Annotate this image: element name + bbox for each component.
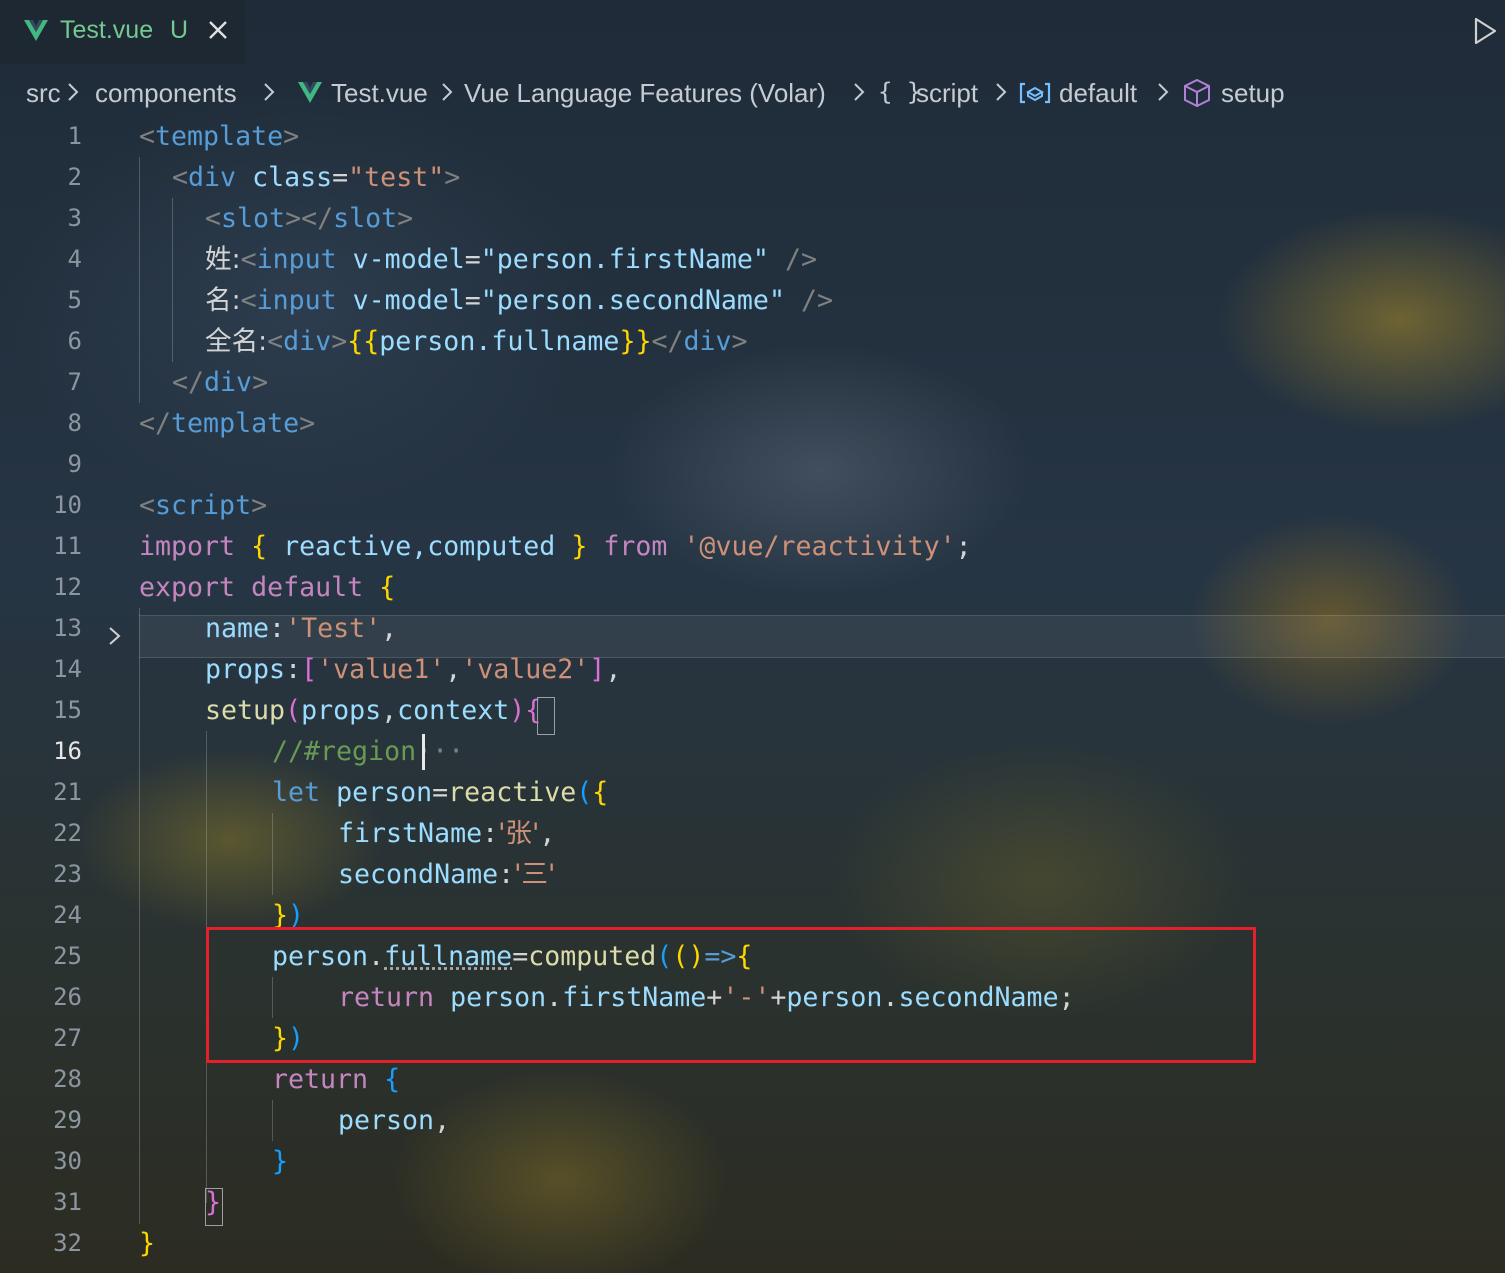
line-number: 30 [53, 1147, 82, 1175]
vue-icon [24, 20, 48, 41]
line-number: 25 [53, 942, 82, 970]
line-number: 32 [53, 1229, 82, 1257]
code-line: 12 export default { [0, 567, 1505, 608]
code-line: 3 <slot></slot> [0, 198, 1505, 239]
code-line: 2 <div class="test"> [0, 157, 1505, 198]
line-number: 7 [67, 368, 82, 396]
run-play-icon[interactable] [1472, 16, 1498, 46]
code-line: 22 firstName:'张', [0, 813, 1505, 854]
tab-label: Test.vue [60, 16, 154, 44]
chevron-right-icon [68, 83, 79, 101]
line-number: 31 [53, 1188, 82, 1216]
code-line: 4 姓:<input v-model="person.firstName" /> [0, 239, 1505, 280]
code-line: 6 全名:<div>{{person.fullname}}</div> [0, 321, 1505, 362]
code-line: 23 secondName:'三' [0, 854, 1505, 895]
line-number: 13 [53, 614, 82, 642]
code-line: 8 </template> [0, 403, 1505, 444]
vue-icon [298, 82, 322, 103]
line-number: 26 [53, 983, 82, 1011]
breadcrumb-item-file[interactable]: Test.vue [331, 78, 428, 109]
bracket-match-highlight [205, 1188, 223, 1226]
untracked-badge: U [170, 16, 189, 44]
line-number: 23 [53, 860, 82, 888]
breadcrumb-item-components[interactable]: components [95, 78, 237, 109]
code-line: 21 let person=reactive({ [0, 772, 1505, 813]
line-number: 3 [67, 204, 82, 232]
line-number: 29 [53, 1106, 82, 1134]
code-line: 31 } [0, 1182, 1505, 1223]
code-line: 14 props:['value1','value2'], [0, 649, 1505, 690]
line-number: 15 [53, 696, 82, 724]
line-number: 6 [67, 327, 82, 355]
annotation-highlight-box [206, 927, 1256, 1063]
line-number: 16 [53, 737, 82, 765]
chevron-right-icon [996, 83, 1007, 101]
text-cursor [422, 734, 425, 770]
symbol-variable-icon [1019, 82, 1051, 104]
line-number: 4 [67, 245, 82, 273]
code-line: 32 } [0, 1223, 1505, 1264]
code-line: 11 import { reactive,computed } from '@v… [0, 526, 1505, 567]
code-line: 30 } [0, 1141, 1505, 1182]
line-number: 14 [53, 655, 82, 683]
editor-tab-bar: Test.vue U [0, 0, 1505, 64]
code-line: 13 name:'Test', [0, 608, 1505, 649]
code-line: 5 名:<input v-model="person.secondName" /… [0, 280, 1505, 321]
breadcrumb-item-setup[interactable]: setup [1221, 78, 1285, 109]
cube-method-icon [1184, 78, 1210, 108]
line-number: 8 [67, 409, 82, 437]
line-number: 12 [53, 573, 82, 601]
code-line: 10 <script> [0, 485, 1505, 526]
breadcrumb-item-default[interactable]: default [1059, 78, 1137, 109]
chevron-right-icon [442, 83, 453, 101]
breadcrumb-item-script[interactable]: script [916, 78, 978, 109]
braces-icon: { } [878, 78, 922, 106]
close-icon[interactable] [206, 18, 230, 42]
chevron-right-icon [1158, 83, 1169, 101]
breadcrumb: src components Test.vue Vue Language Fea… [0, 72, 1505, 116]
code-line: 1 <template> [0, 116, 1505, 157]
bracket-match-highlight [537, 697, 555, 735]
line-number: 27 [53, 1024, 82, 1052]
code-line: 16 //#region··· [0, 731, 1505, 772]
code-line: 29 person, [0, 1100, 1505, 1141]
tab-test-vue[interactable]: Test.vue U [0, 0, 245, 64]
breadcrumb-item-src[interactable]: src [26, 78, 61, 109]
line-number: 21 [53, 778, 82, 806]
line-number: 28 [53, 1065, 82, 1093]
fold-chevron-icon[interactable] [106, 624, 124, 648]
line-number: 1 [67, 122, 82, 150]
chevron-right-icon [854, 83, 865, 101]
line-number: 2 [67, 163, 82, 191]
code-line: 28 return { [0, 1059, 1505, 1100]
line-number: 9 [67, 450, 82, 478]
line-number: 10 [53, 491, 82, 519]
code-line: 7 </div> [0, 362, 1505, 403]
breadcrumb-item-language-features[interactable]: Vue Language Features (Volar) [464, 78, 826, 109]
line-number: 5 [67, 286, 82, 314]
chevron-right-icon [264, 83, 275, 101]
code-line: 15 setup(props,context){ [0, 690, 1505, 731]
code-line: 9 [0, 444, 1505, 485]
line-number: 22 [53, 819, 82, 847]
line-number: 11 [53, 532, 82, 560]
line-number: 24 [53, 901, 82, 929]
